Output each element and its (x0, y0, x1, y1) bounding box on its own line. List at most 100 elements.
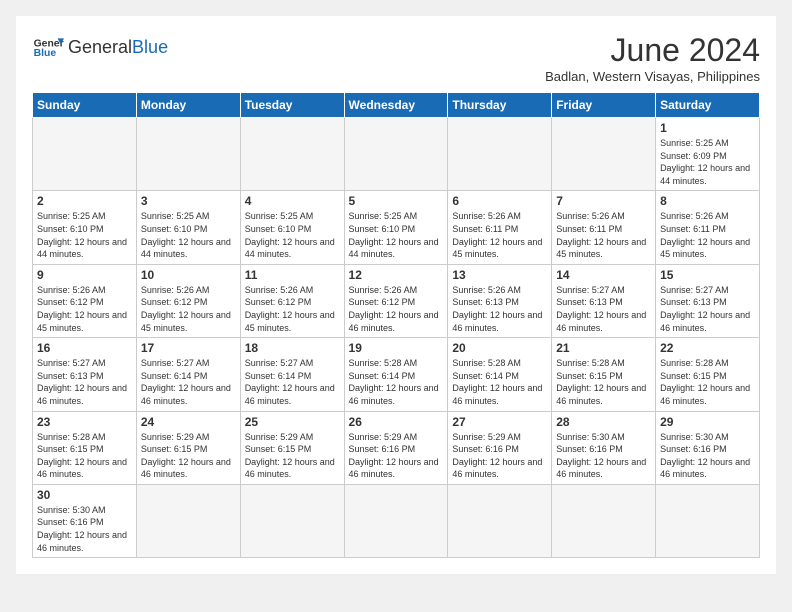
day-info: Sunrise: 5:28 AM Sunset: 6:14 PM Dayligh… (349, 357, 444, 407)
day-cell: 17 Sunrise: 5:27 AM Sunset: 6:14 PM Dayli… (136, 338, 240, 411)
calendar-header: SundayMondayTuesdayWednesdayThursdayFrid… (33, 93, 760, 118)
day-info: Sunrise: 5:27 AM Sunset: 6:13 PM Dayligh… (556, 284, 651, 334)
day-number: 14 (556, 268, 651, 282)
week-row-5: 30 Sunrise: 5:30 AM Sunset: 6:16 PM Dayli… (33, 484, 760, 557)
day-cell (344, 484, 448, 557)
day-cell: 18 Sunrise: 5:27 AM Sunset: 6:14 PM Dayli… (240, 338, 344, 411)
calendar-table: SundayMondayTuesdayWednesdayThursdayFrid… (32, 92, 760, 558)
day-info: Sunrise: 5:27 AM Sunset: 6:13 PM Dayligh… (37, 357, 132, 407)
day-number: 9 (37, 268, 132, 282)
day-info: Sunrise: 5:25 AM Sunset: 6:09 PM Dayligh… (660, 137, 755, 187)
day-info: Sunrise: 5:28 AM Sunset: 6:15 PM Dayligh… (37, 431, 132, 481)
day-info: Sunrise: 5:28 AM Sunset: 6:15 PM Dayligh… (556, 357, 651, 407)
title-block: June 2024 Badlan, Western Visayas, Phili… (545, 32, 760, 84)
day-cell: 19 Sunrise: 5:28 AM Sunset: 6:14 PM Dayli… (344, 338, 448, 411)
day-number: 24 (141, 415, 236, 429)
header: General Blue GeneralBlue June 2024 Badla… (32, 32, 760, 84)
day-cell: 8Sunrise: 5:26 AM Sunset: 6:11 PM Daylig… (656, 191, 760, 264)
day-number: 10 (141, 268, 236, 282)
day-number: 23 (37, 415, 132, 429)
day-info: Sunrise: 5:28 AM Sunset: 6:14 PM Dayligh… (452, 357, 547, 407)
day-number: 6 (452, 194, 547, 208)
logo-text: GeneralBlue (68, 38, 168, 58)
logo: General Blue GeneralBlue (32, 32, 168, 64)
day-info: Sunrise: 5:27 AM Sunset: 6:14 PM Dayligh… (141, 357, 236, 407)
day-number: 12 (349, 268, 444, 282)
day-cell: 10Sunrise: 5:26 AM Sunset: 6:12 PM Dayli… (136, 264, 240, 337)
day-cell (136, 118, 240, 191)
day-cell: 24 Sunrise: 5:29 AM Sunset: 6:15 PM Dayli… (136, 411, 240, 484)
day-number: 19 (349, 341, 444, 355)
day-cell: 21 Sunrise: 5:28 AM Sunset: 6:15 PM Dayli… (552, 338, 656, 411)
day-number: 20 (452, 341, 547, 355)
day-number: 4 (245, 194, 340, 208)
day-cell (552, 484, 656, 557)
day-cell: 1 Sunrise: 5:25 AM Sunset: 6:09 PM Daylig… (656, 118, 760, 191)
day-cell: 5Sunrise: 5:25 AM Sunset: 6:10 PM Daylig… (344, 191, 448, 264)
day-cell: 4 Sunrise: 5:25 AM Sunset: 6:10 PM Daylig… (240, 191, 344, 264)
day-info: Sunrise: 5:25 AM Sunset: 6:10 PM Dayligh… (141, 210, 236, 260)
header-cell-thursday: Thursday (448, 93, 552, 118)
week-row-3: 16Sunrise: 5:27 AM Sunset: 6:13 PM Dayli… (33, 338, 760, 411)
day-number: 30 (37, 488, 132, 502)
day-info: Sunrise: 5:26 AM Sunset: 6:12 PM Dayligh… (37, 284, 132, 334)
day-info: Sunrise: 5:25 AM Sunset: 6:10 PM Dayligh… (37, 210, 132, 260)
day-info: Sunrise: 5:25 AM Sunset: 6:10 PM Dayligh… (349, 210, 444, 260)
day-cell (33, 118, 137, 191)
day-number: 25 (245, 415, 340, 429)
day-info: Sunrise: 5:26 AM Sunset: 6:11 PM Dayligh… (556, 210, 651, 260)
day-cell: 6Sunrise: 5:26 AM Sunset: 6:11 PM Daylig… (448, 191, 552, 264)
day-cell (552, 118, 656, 191)
day-cell (448, 484, 552, 557)
day-cell: 20 Sunrise: 5:28 AM Sunset: 6:14 PM Dayli… (448, 338, 552, 411)
calendar-page: General Blue GeneralBlue June 2024 Badla… (16, 16, 776, 574)
header-cell-sunday: Sunday (33, 93, 137, 118)
day-cell: 14 Sunrise: 5:27 AM Sunset: 6:13 PM Dayli… (552, 264, 656, 337)
day-cell: 26Sunrise: 5:29 AM Sunset: 6:16 PM Dayli… (344, 411, 448, 484)
week-row-0: 1 Sunrise: 5:25 AM Sunset: 6:09 PM Daylig… (33, 118, 760, 191)
day-info: Sunrise: 5:25 AM Sunset: 6:10 PM Dayligh… (245, 210, 340, 260)
header-cell-monday: Monday (136, 93, 240, 118)
day-info: Sunrise: 5:28 AM Sunset: 6:15 PM Dayligh… (660, 357, 755, 407)
day-number: 1 (660, 121, 755, 135)
day-cell (448, 118, 552, 191)
header-cell-saturday: Saturday (656, 93, 760, 118)
day-number: 21 (556, 341, 651, 355)
day-number: 11 (245, 268, 340, 282)
day-number: 8 (660, 194, 755, 208)
day-cell: 11 Sunrise: 5:26 AM Sunset: 6:12 PM Dayli… (240, 264, 344, 337)
day-info: Sunrise: 5:26 AM Sunset: 6:13 PM Dayligh… (452, 284, 547, 334)
day-info: Sunrise: 5:30 AM Sunset: 6:16 PM Dayligh… (660, 431, 755, 481)
day-info: Sunrise: 5:26 AM Sunset: 6:12 PM Dayligh… (245, 284, 340, 334)
day-cell: 3Sunrise: 5:25 AM Sunset: 6:10 PM Daylig… (136, 191, 240, 264)
day-info: Sunrise: 5:26 AM Sunset: 6:12 PM Dayligh… (349, 284, 444, 334)
day-number: 7 (556, 194, 651, 208)
day-number: 28 (556, 415, 651, 429)
day-cell: 2 Sunrise: 5:25 AM Sunset: 6:10 PM Daylig… (33, 191, 137, 264)
svg-text:Blue: Blue (34, 48, 57, 59)
day-cell: 13Sunrise: 5:26 AM Sunset: 6:13 PM Dayli… (448, 264, 552, 337)
day-cell (240, 484, 344, 557)
day-number: 18 (245, 341, 340, 355)
day-info: Sunrise: 5:30 AM Sunset: 6:16 PM Dayligh… (556, 431, 651, 481)
day-cell (136, 484, 240, 557)
day-cell (656, 484, 760, 557)
day-number: 2 (37, 194, 132, 208)
calendar-subtitle: Badlan, Western Visayas, Philippines (545, 69, 760, 84)
day-cell: 25Sunrise: 5:29 AM Sunset: 6:15 PM Dayli… (240, 411, 344, 484)
day-cell: 28 Sunrise: 5:30 AM Sunset: 6:16 PM Dayli… (552, 411, 656, 484)
calendar-title: June 2024 (545, 32, 760, 69)
day-cell: 9 Sunrise: 5:26 AM Sunset: 6:12 PM Daylig… (33, 264, 137, 337)
day-number: 15 (660, 268, 755, 282)
day-info: Sunrise: 5:27 AM Sunset: 6:14 PM Dayligh… (245, 357, 340, 407)
day-info: Sunrise: 5:30 AM Sunset: 6:16 PM Dayligh… (37, 504, 132, 554)
day-number: 17 (141, 341, 236, 355)
header-cell-friday: Friday (552, 93, 656, 118)
day-info: Sunrise: 5:29 AM Sunset: 6:15 PM Dayligh… (141, 431, 236, 481)
day-cell: 22Sunrise: 5:28 AM Sunset: 6:15 PM Dayli… (656, 338, 760, 411)
day-number: 29 (660, 415, 755, 429)
day-cell: 23 Sunrise: 5:28 AM Sunset: 6:15 PM Dayli… (33, 411, 137, 484)
day-cell (240, 118, 344, 191)
day-cell: 7 Sunrise: 5:26 AM Sunset: 6:11 PM Daylig… (552, 191, 656, 264)
day-cell: 15Sunrise: 5:27 AM Sunset: 6:13 PM Dayli… (656, 264, 760, 337)
